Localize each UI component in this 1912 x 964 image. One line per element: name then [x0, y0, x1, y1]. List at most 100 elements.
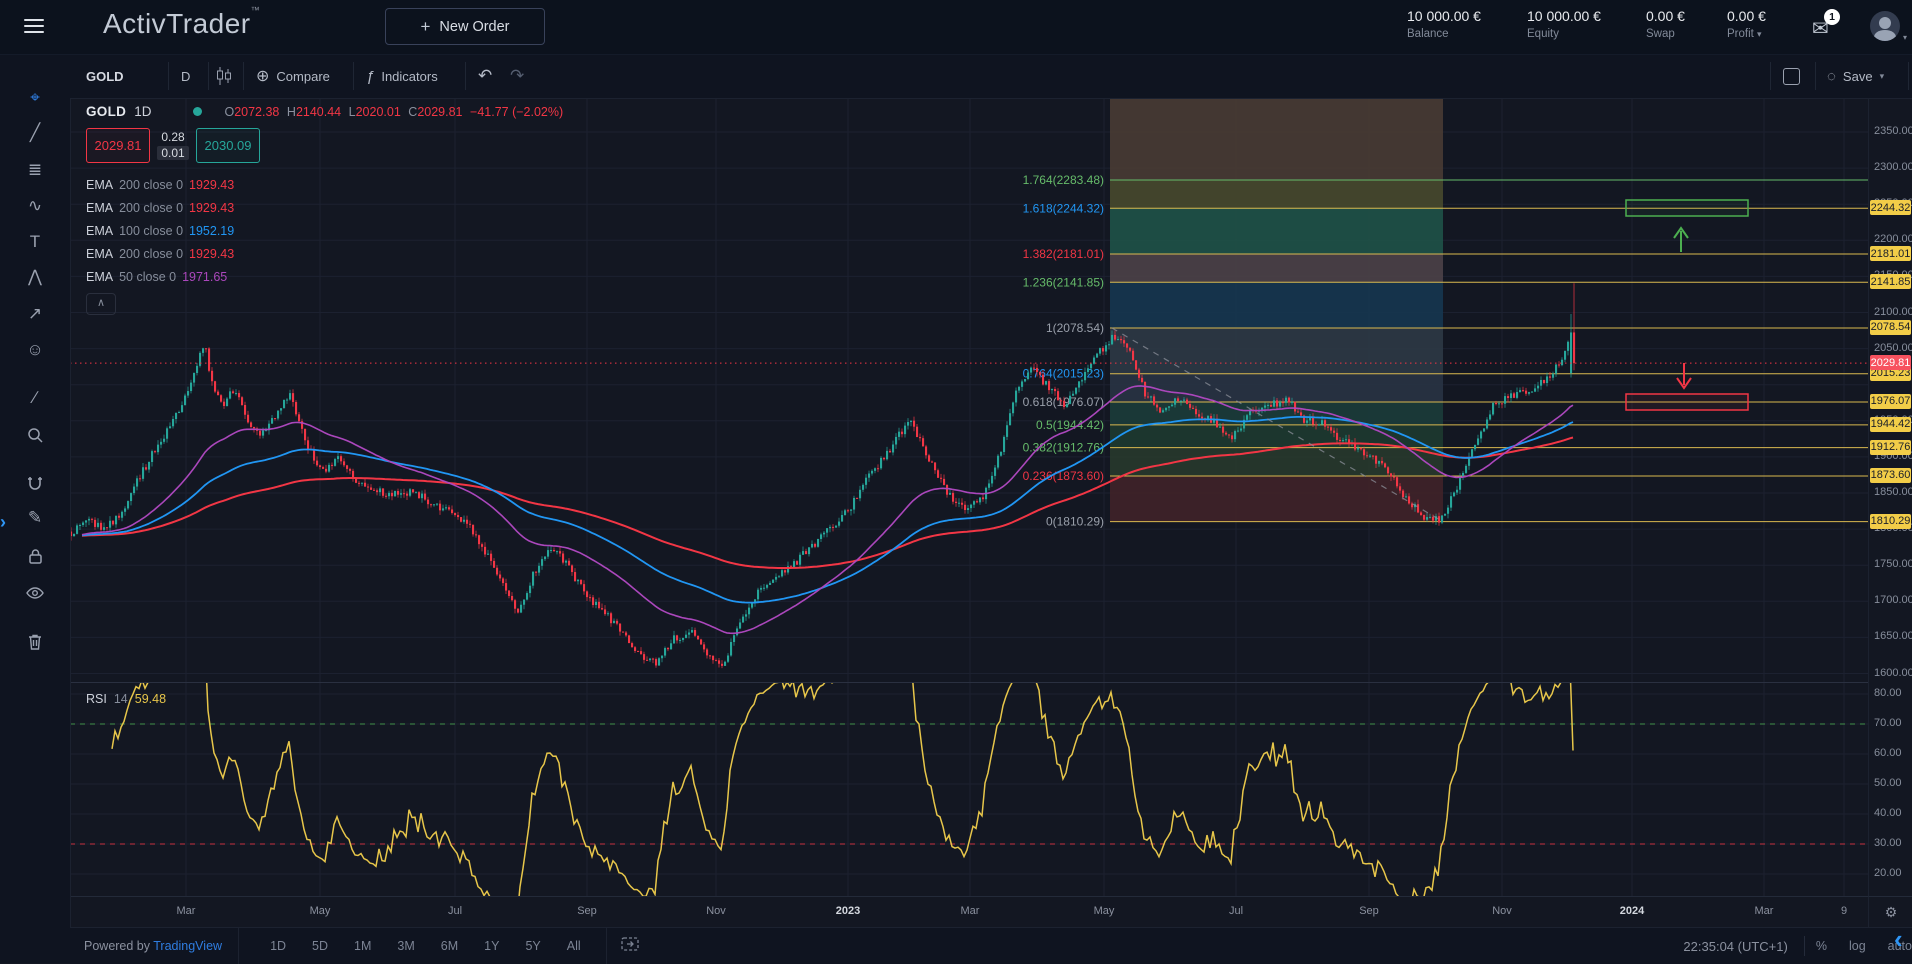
new-order-button[interactable]: +New Order	[385, 8, 545, 45]
tradingview-link[interactable]: TradingView	[153, 939, 222, 953]
indicator-legend: EMA200 close 01929.43EMA200 close 01929.…	[86, 173, 563, 288]
range-button-5d[interactable]: 5D	[299, 928, 341, 964]
fib-price-label: 1944.42	[1870, 417, 1911, 432]
indicator-row[interactable]: EMA50 close 01971.65	[86, 265, 563, 288]
compare-button[interactable]: ⊕Compare	[256, 54, 330, 98]
eye-icon[interactable]	[0, 577, 70, 607]
time-axis-label: May	[310, 905, 331, 917]
avatar[interactable]	[1870, 11, 1900, 41]
footer-bar: Powered by TradingView 1D5D1M3M6M1Y5YAll…	[70, 927, 1912, 964]
red-entry-box	[1626, 394, 1748, 410]
text-icon[interactable]: T	[0, 227, 70, 257]
time-axis[interactable]: 022MarMayJulSepNov2023MarMayJulSepNov202…	[70, 896, 1868, 928]
compare-plus-icon: ⊕	[256, 66, 269, 86]
fibonacci-icon[interactable]: ≣	[0, 155, 70, 185]
symbol-button[interactable]: GOLD	[86, 54, 124, 98]
indicators-button[interactable]: ƒIndicators	[366, 54, 438, 98]
lock-icon[interactable]	[0, 540, 70, 570]
axis-settings-gear-icon[interactable]: ⚙	[1868, 896, 1912, 928]
fib-price-label: 1873.60	[1870, 468, 1911, 483]
market-status-dot	[193, 107, 202, 116]
time-axis-label: Sep	[577, 905, 597, 917]
price-tick: 2300.00	[1869, 161, 1912, 173]
profit-stat[interactable]: 0.00 €Profit ▾	[1727, 8, 1766, 40]
fib-level-label: 0.236(1873.60)	[1023, 469, 1104, 483]
rsi-legend[interactable]: RSI 14 59.48	[86, 692, 166, 706]
fib-level-label: 0(1810.29)	[1046, 515, 1104, 529]
undo-icon[interactable]: ↶	[478, 54, 492, 98]
equity-stat: 10 000.00 €Equity	[1527, 8, 1601, 40]
time-axis-label: Mar	[961, 905, 980, 917]
time-axis-label: 9	[1841, 905, 1847, 917]
fib-level-label: 1.382(2181.01)	[1023, 247, 1104, 261]
chevron-down-icon: ▾	[1757, 29, 1762, 39]
magnet-icon[interactable]	[0, 467, 70, 497]
bid-price-button[interactable]: 2029.81	[86, 128, 150, 163]
range-button-5y[interactable]: 5Y	[512, 928, 553, 964]
fib-level-label: 1.236(2141.85)	[1023, 275, 1104, 289]
price-tick: 2050.00	[1869, 342, 1912, 354]
fib-price-label: 2181.01	[1870, 246, 1911, 261]
rsi-tick: 70.00	[1869, 717, 1912, 729]
goto-date-icon[interactable]	[621, 936, 639, 957]
price-tick: 2100.00	[1869, 306, 1912, 318]
rsi-tick: 30.00	[1869, 837, 1912, 849]
avatar-chevron-icon[interactable]: ▾	[1903, 33, 1907, 42]
time-axis-label: Sep	[1359, 905, 1379, 917]
price-tick: 2200.00	[1869, 233, 1912, 245]
range-button-6m[interactable]: 6M	[428, 928, 471, 964]
magnifier-icon[interactable]	[0, 419, 70, 449]
save-button[interactable]: ◌Save▾	[1827, 54, 1884, 98]
indicator-row[interactable]: EMA200 close 01929.43	[86, 173, 563, 196]
top-bar: ActivTrader™ +New Order 10 000.00 €Balan…	[0, 0, 1912, 55]
forecast-icon[interactable]: ↗	[0, 299, 70, 329]
chart-type-icon[interactable]	[215, 54, 233, 98]
ruler-icon[interactable]: ∕	[0, 383, 70, 413]
cloud-icon: ◌	[1827, 68, 1836, 85]
time-axis-label: Jul	[1229, 905, 1243, 917]
legend-symbol[interactable]: GOLD	[86, 104, 126, 119]
time-axis-label: Mar	[1755, 905, 1774, 917]
range-button-1d[interactable]: 1D	[257, 928, 299, 964]
hamburger-icon[interactable]	[24, 19, 44, 35]
time-axis-label: Jul	[448, 905, 462, 917]
swap-stat: 0.00 €Swap	[1646, 8, 1685, 40]
range-button-1y[interactable]: 1Y	[471, 928, 512, 964]
rsi-tick: 50.00	[1869, 777, 1912, 789]
indicator-row[interactable]: EMA200 close 01929.43	[86, 242, 563, 265]
smiley-icon[interactable]: ☺	[0, 335, 70, 365]
brush-icon[interactable]: ∿	[0, 191, 70, 221]
percent-scale-button[interactable]: %	[1805, 939, 1838, 953]
price-scale[interactable]: 2350.002300.002250.002200.002150.002100.…	[1868, 98, 1912, 896]
indicator-row[interactable]: EMA100 close 01952.19	[86, 219, 563, 242]
price-tick: 1850.00	[1869, 486, 1912, 498]
session-clock[interactable]: 22:35:04 (UTC+1)	[1683, 939, 1803, 954]
collapse-panel-chevron-icon[interactable]: ‹	[1894, 924, 1903, 955]
fib-price-label: 1976.07	[1870, 394, 1911, 409]
range-button-3m[interactable]: 3M	[384, 928, 427, 964]
log-scale-button[interactable]: log	[1838, 939, 1877, 953]
fib-price-label: 2141.85	[1870, 274, 1911, 289]
rsi-tick: 60.00	[1869, 747, 1912, 759]
fib-price-label: 1810.29	[1870, 514, 1911, 529]
inbox-badge: 1	[1824, 9, 1840, 25]
crosshair-icon[interactable]: ⌖	[0, 83, 70, 113]
range-button-all[interactable]: All	[554, 928, 594, 964]
plus-icon: +	[420, 17, 430, 37]
panel-expand-chevron-icon[interactable]: ›	[0, 512, 6, 533]
rsi-tick: 40.00	[1869, 807, 1912, 819]
trendline-icon[interactable]: ╱	[0, 118, 70, 148]
interval-button[interactable]: D	[181, 54, 190, 98]
redo-icon[interactable]: ↷	[510, 54, 524, 98]
indicator-row[interactable]: EMA200 close 01929.43	[86, 196, 563, 219]
chart-legend: GOLD 1D O2072.38 H2140.44 L2020.01 C2029…	[86, 104, 563, 315]
trash-icon[interactable]	[0, 626, 70, 656]
legend-collapse-button[interactable]: ∧	[86, 293, 116, 315]
range-button-1m[interactable]: 1M	[341, 928, 384, 964]
layout-icon[interactable]	[1783, 54, 1800, 98]
pencil-icon[interactable]: ✎	[0, 503, 70, 533]
price-tick: 1600.00	[1869, 667, 1912, 679]
ask-price-button[interactable]: 2030.09	[196, 128, 260, 163]
legend-interval[interactable]: 1D	[134, 104, 151, 119]
pattern-icon[interactable]: ⋀	[0, 262, 70, 292]
